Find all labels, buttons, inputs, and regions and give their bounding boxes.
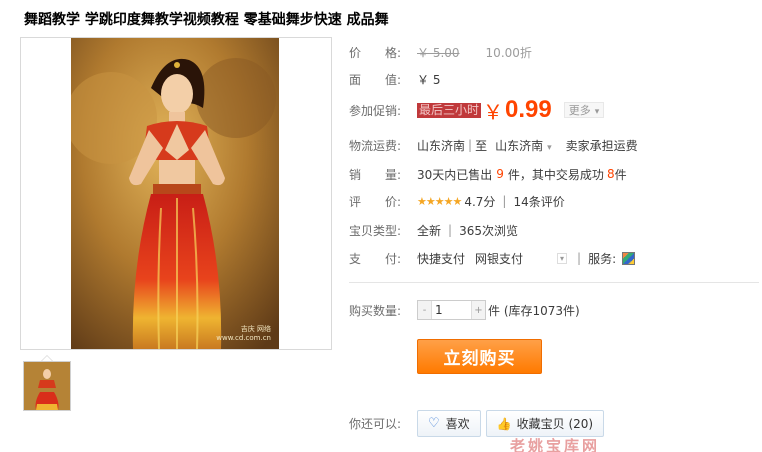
ship-divider: | (468, 138, 473, 152)
success-count: 8 (606, 167, 615, 181)
more-promos-button[interactable]: 更多 ▾ (563, 102, 605, 118)
thumbs-up-icon: 👍 (496, 416, 512, 431)
view-count: 365次浏览 (459, 223, 518, 238)
payment-method-bank: 网银支付 (475, 251, 524, 266)
shipping-fee: 卖家承担运费 (565, 138, 638, 153)
promo-tag: 最后三小时 (417, 102, 482, 118)
ship-to-select[interactable]: 山东济南 ▾ (495, 137, 552, 154)
more-promos-label: 更多 (568, 104, 591, 117)
promo-currency: ￥ (483, 99, 504, 124)
face-value-row: 面 值: ￥ 5 (349, 69, 440, 89)
main-product-image[interactable]: 吉庆 网络 www.cd.com.cn (20, 37, 332, 350)
ship-to-word: 至 (475, 138, 488, 153)
like-label: 喜欢 (445, 417, 470, 431)
thumbnail-image[interactable] (23, 361, 71, 411)
price-label: 价 格: (349, 45, 402, 60)
face-value-label: 面 值: (349, 72, 402, 87)
favorite-label: 收藏宝贝 (20) (516, 417, 594, 431)
sales-suffix: 件 (614, 167, 627, 182)
promo-price: 0.99 (505, 96, 552, 123)
price-row: 价 格: ￥ 5.00 10.00折 (349, 42, 532, 62)
also-row: 你还可以: ♡ 喜欢 👍 收藏宝贝 (20) (349, 410, 605, 437)
payment-method-quick: 快捷支付 (417, 251, 466, 266)
payment-divider: | (577, 251, 582, 265)
shipping-label: 物流运费: (349, 138, 402, 153)
quantity-minus-button[interactable]: - (418, 301, 431, 319)
promo-label: 参加促销: (349, 103, 402, 118)
rating-divider: | (502, 194, 507, 208)
stock-info: 件 (库存1073件) (488, 303, 580, 318)
review-count-link[interactable]: 14条评价 (513, 193, 564, 210)
service-label: 服务: (588, 251, 617, 266)
payment-expand-icon[interactable]: ▾ (557, 252, 568, 264)
quantity-plus-button[interactable]: + (472, 301, 485, 319)
ship-from: 山东济南 (417, 138, 466, 153)
chevron-down-icon: ▾ (547, 142, 552, 153)
quantity-stepper: - + (417, 300, 486, 320)
item-type-row: 宝贝类型: 全新 | 365次浏览 (349, 220, 518, 240)
quantity-input[interactable] (431, 301, 472, 319)
watermark-line2: www.cd.com.cn (216, 334, 271, 342)
sold-count: 9 (496, 167, 504, 181)
also-label: 你还可以: (349, 417, 402, 431)
section-divider (349, 282, 759, 283)
face-value: ￥ 5 (417, 72, 441, 87)
star-rating-icon: ★★★★★ (417, 194, 462, 208)
quantity-label: 购买数量: (349, 303, 402, 318)
watermark-line1: 吉庆 网络 (240, 325, 271, 333)
item-type-label: 宝贝类型: (349, 223, 402, 238)
sales-label: 销 量: (349, 167, 402, 182)
discount-rate: 10.00折 (485, 45, 532, 60)
promo-row: 参加促销: 最后三小时 ￥ 0.99 更多 ▾ (349, 96, 605, 124)
ship-to: 山东济南 (495, 138, 544, 153)
quantity-row: 购买数量: - + 件 (库存1073件) (349, 300, 580, 320)
rating-label: 评 价: (349, 194, 402, 209)
rating-row: 评 价: ★★★★★ 4.7分 | 14条评价 (349, 191, 565, 211)
favorite-button[interactable]: 👍 收藏宝贝 (20) (485, 410, 605, 437)
item-divider: | (448, 223, 453, 237)
item-condition: 全新 (417, 223, 442, 238)
like-button[interactable]: ♡ 喜欢 (417, 410, 481, 437)
original-price: ￥ 5.00 (417, 45, 460, 60)
sales-mid: 件，其中交易成功 (507, 167, 604, 182)
dancer-photo: 吉庆 网络 www.cd.com.cn (71, 38, 279, 349)
product-title: 舞蹈教学 学跳印度舞教学视频教程 零基础舞步快速 成品舞 (24, 12, 389, 28)
heart-icon: ♡ (428, 416, 440, 431)
sales-prefix: 30天内已售出 (417, 167, 493, 182)
shipping-row: 物流运费: 山东济南 | 至 山东济南 ▾ 卖家承担运费 (349, 135, 638, 155)
chevron-down-icon: ▾ (594, 107, 600, 117)
payment-label: 支 付: (349, 251, 402, 266)
watermark-text: 老姚宝库网 (510, 437, 601, 452)
sales-row: 销 量: 30天内已售出 9 件，其中交易成功 8 件 (349, 164, 627, 184)
rating-score: 4.7分 (464, 194, 496, 209)
buy-now-button[interactable]: 立刻购买 (417, 339, 542, 374)
payment-row: 支 付: 快捷支付 网银支付 ▾ | 服务: (349, 248, 636, 268)
image-watermark: 吉庆 网络 www.cd.com.cn (216, 325, 271, 343)
service-badge-icon[interactable] (622, 251, 636, 265)
